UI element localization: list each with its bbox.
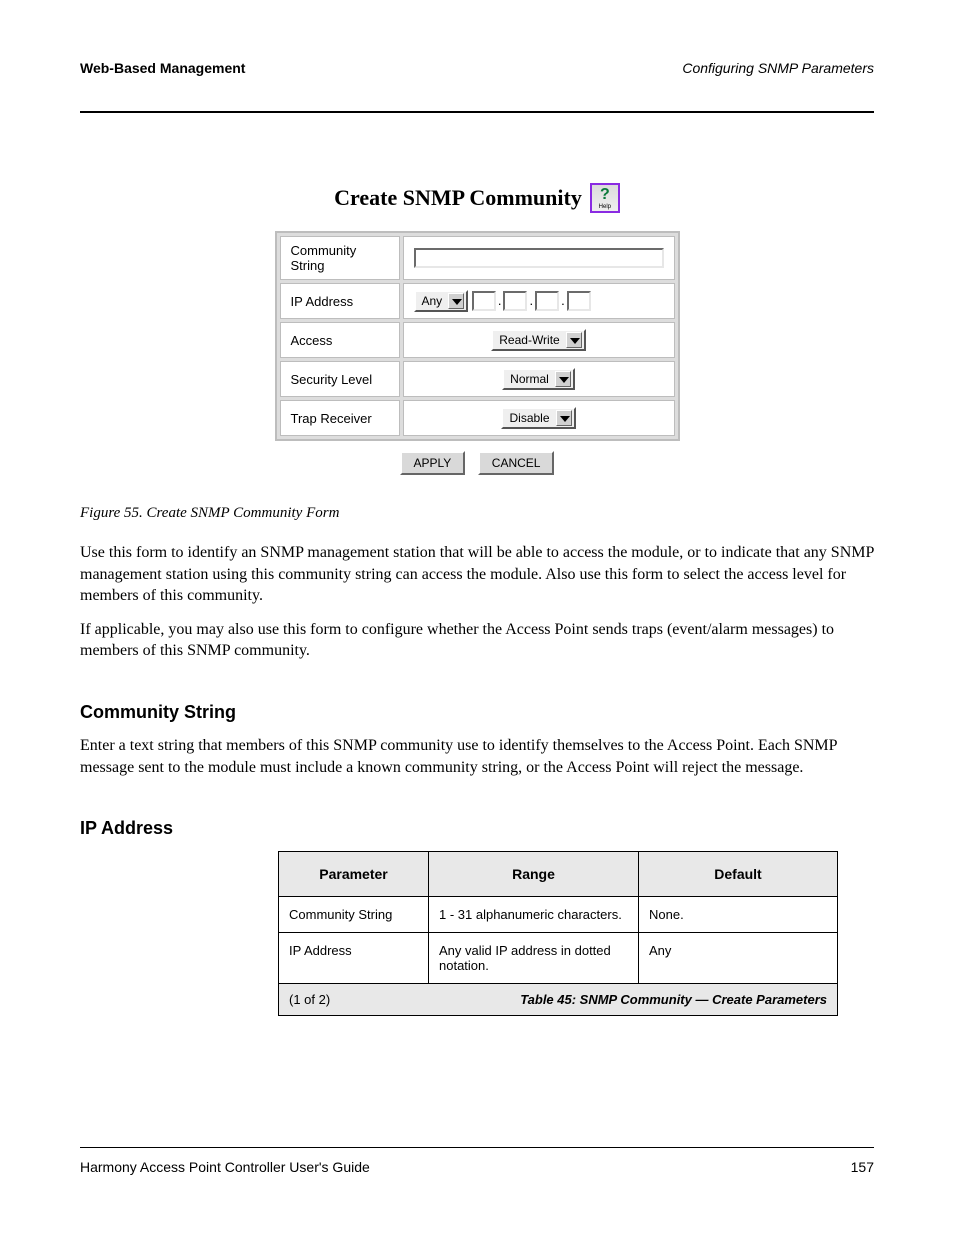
security-level-value: Normal bbox=[510, 372, 549, 386]
help-icon[interactable]: ? Help bbox=[590, 183, 620, 213]
ip-octet-2[interactable] bbox=[503, 291, 527, 311]
chevron-down-icon bbox=[566, 332, 582, 348]
snmp-form: Community String IP Address Any ... Acce… bbox=[275, 231, 680, 441]
table-row: IP Address Any valid IP address in dotte… bbox=[279, 933, 838, 984]
security-level-select[interactable]: Normal bbox=[502, 368, 575, 390]
ip-mode-value: Any bbox=[422, 294, 443, 308]
chevron-down-icon bbox=[555, 371, 571, 387]
trap-receiver-select[interactable]: Disable bbox=[501, 407, 575, 429]
cancel-button[interactable]: CANCEL bbox=[478, 451, 555, 475]
paragraph: Use this form to identify an SNMP manage… bbox=[80, 542, 874, 607]
parameters-table: Parameter Range Default Community String… bbox=[278, 851, 838, 1016]
table-page-marker: (1 of 2) bbox=[289, 992, 330, 1007]
header-section: Web-Based Management bbox=[80, 60, 245, 76]
header-subsection: Configuring SNMP Parameters bbox=[682, 60, 874, 76]
ip-octet-4[interactable] bbox=[567, 291, 591, 311]
paragraph: If applicable, you may also use this for… bbox=[80, 619, 874, 662]
page-number: 157 bbox=[851, 1159, 874, 1175]
table-header: Parameter bbox=[279, 852, 429, 897]
question-mark-icon: ? bbox=[600, 186, 610, 204]
ip-octet-3[interactable] bbox=[535, 291, 559, 311]
ip-mode-select[interactable]: Any bbox=[414, 290, 469, 312]
figure-caption: Figure 55. Create SNMP Community Form bbox=[80, 505, 874, 522]
table-header: Default bbox=[639, 852, 838, 897]
access-label: Access bbox=[280, 322, 400, 358]
access-select[interactable]: Read-Write bbox=[491, 329, 585, 351]
table-row: Community String 1 - 31 alphanumeric cha… bbox=[279, 897, 838, 933]
trap-receiver-value: Disable bbox=[509, 411, 549, 425]
header-rule bbox=[80, 111, 874, 113]
chevron-down-icon bbox=[448, 293, 464, 309]
apply-button[interactable]: APPLY bbox=[400, 451, 466, 475]
chevron-down-icon bbox=[556, 410, 572, 426]
community-string-input[interactable] bbox=[414, 248, 664, 268]
footer-doc-title: Harmony Access Point Controller User's G… bbox=[80, 1159, 370, 1175]
section-heading-ip-address: IP Address bbox=[80, 818, 874, 839]
access-value: Read-Write bbox=[499, 333, 559, 347]
paragraph: Enter a text string that members of this… bbox=[80, 735, 874, 778]
ip-address-label: IP Address bbox=[280, 283, 400, 319]
ip-octet-1[interactable] bbox=[472, 291, 496, 311]
table-caption-row: (1 of 2) Table 45: SNMP Community — Crea… bbox=[279, 984, 838, 1016]
security-level-label: Security Level bbox=[280, 361, 400, 397]
community-string-label: Community String bbox=[280, 236, 400, 280]
form-title: Create SNMP Community bbox=[334, 185, 582, 211]
table-header: Range bbox=[429, 852, 639, 897]
trap-receiver-label: Trap Receiver bbox=[280, 400, 400, 436]
table-caption: Table 45: SNMP Community — Create Parame… bbox=[520, 992, 827, 1007]
section-heading-community-string: Community String bbox=[80, 702, 874, 723]
